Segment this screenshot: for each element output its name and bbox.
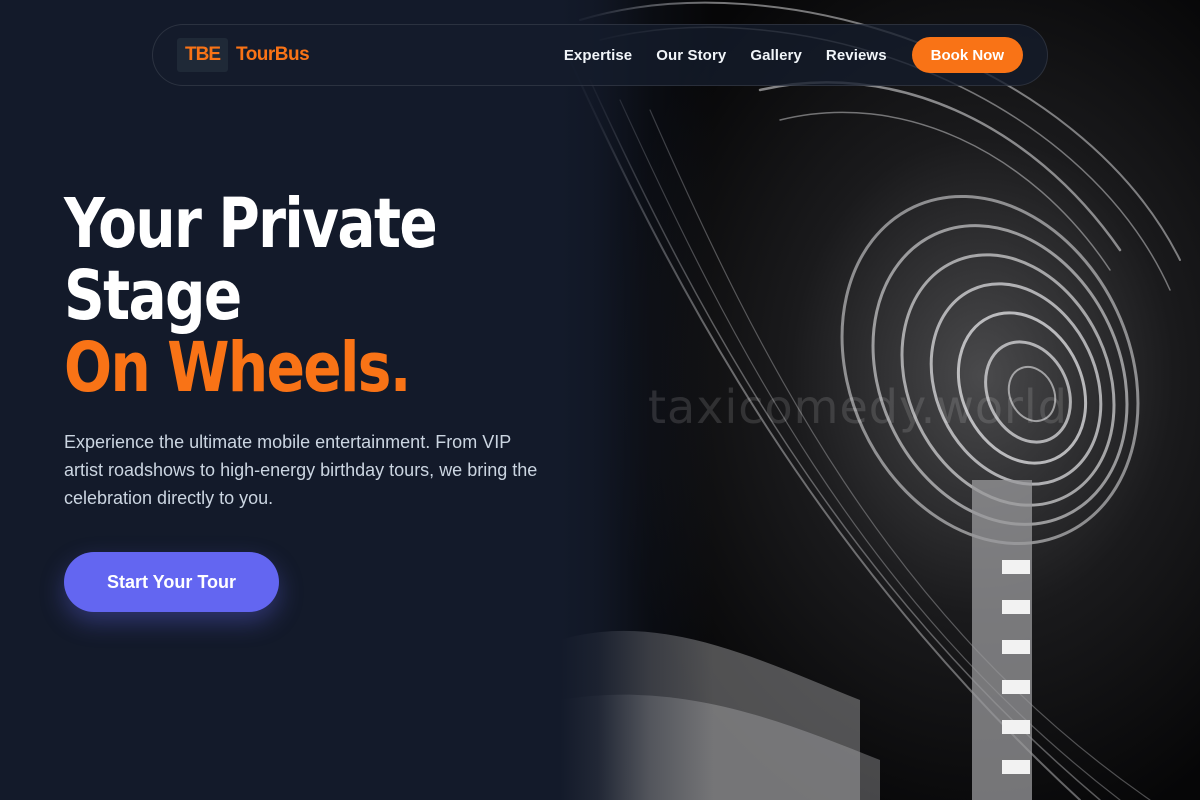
nav-link-gallery[interactable]: Gallery <box>750 47 802 64</box>
top-nav: TBE TourBus Expertise Our Story Gallery … <box>152 24 1048 86</box>
book-now-button[interactable]: Book Now <box>911 37 1023 73</box>
watermark-text: taxicomedy.world <box>648 380 1068 434</box>
start-tour-button[interactable]: Start Your Tour <box>64 552 279 612</box>
hero-subtitle: Experience the ultimate mobile entertain… <box>64 432 538 508</box>
logo[interactable]: TBE TourBus <box>177 38 310 72</box>
headline-accent: On Wheels. <box>64 328 411 408</box>
nav-links: Expertise Our Story Gallery Reviews Book… <box>564 37 1023 73</box>
logo-badge: TBE <box>177 38 228 72</box>
headline-line-2: Stage <box>64 256 242 336</box>
logo-text: TourBus <box>236 44 310 65</box>
nav-link-our-story[interactable]: Our Story <box>656 47 726 64</box>
nav-link-reviews[interactable]: Reviews <box>826 47 887 64</box>
nav-link-expertise[interactable]: Expertise <box>564 47 632 64</box>
headline-line-1: Your Private <box>64 184 438 264</box>
hero-headline: Your Private Stage On Wheels. <box>64 184 438 408</box>
